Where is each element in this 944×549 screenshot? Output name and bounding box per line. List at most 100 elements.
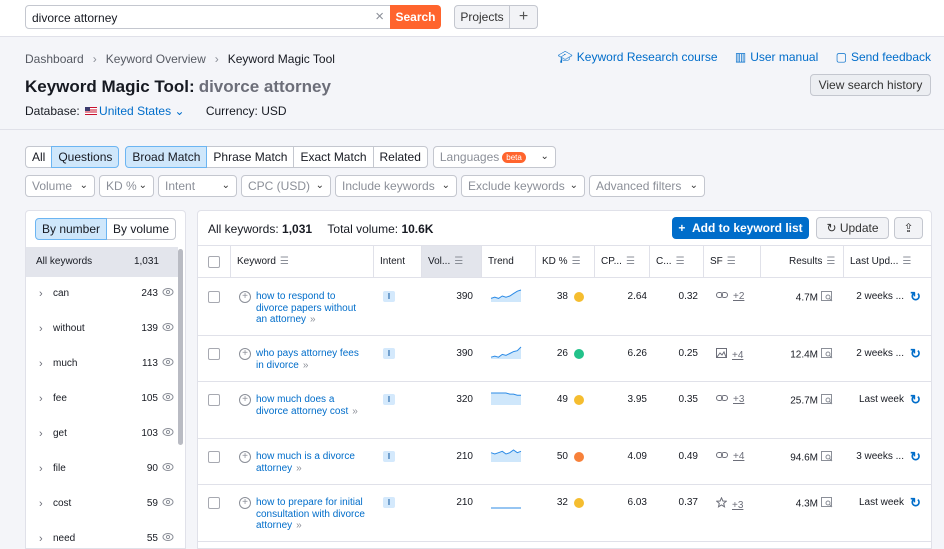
add-keyword-icon[interactable]: +: [239, 291, 251, 303]
column-last-updated[interactable]: Last Upd... ☰: [844, 246, 931, 277]
serp-search-icon[interactable]: [821, 394, 833, 408]
feedback-link[interactable]: ▢ Send feedback: [836, 50, 931, 64]
keyword-link[interactable]: how much is a divorce attorney»: [256, 451, 368, 474]
eye-icon[interactable]: [162, 531, 174, 546]
serp-features-count[interactable]: +4: [733, 451, 744, 462]
select-all-checkbox[interactable]: [208, 256, 220, 268]
double-chevron-icon[interactable]: »: [303, 360, 309, 371]
row-checkbox[interactable]: [208, 348, 220, 360]
exclude-keywords-filter[interactable]: Exclude keywords ⌄: [461, 175, 585, 197]
serp-features-count[interactable]: +4: [732, 350, 743, 361]
search-input[interactable]: [32, 11, 362, 25]
chevron-right-icon[interactable]: ›: [39, 288, 43, 300]
advanced-filters[interactable]: Advanced filters ⌄: [589, 175, 705, 197]
tab-all[interactable]: All: [25, 146, 53, 168]
sidebar-group-item[interactable]: › fee 105: [26, 393, 178, 428]
sidebar-group-item[interactable]: › cost 59: [26, 498, 178, 533]
kd-filter[interactable]: KD % ⌄: [99, 175, 154, 197]
add-keyword-icon[interactable]: +: [239, 497, 251, 509]
refresh-icon[interactable]: ↻: [910, 346, 921, 362]
intent-filter[interactable]: Intent ⌄: [158, 175, 237, 197]
export-button[interactable]: ⇪: [894, 217, 923, 239]
serp-search-icon[interactable]: [821, 348, 833, 362]
serp-features-count[interactable]: +3: [732, 500, 743, 511]
tab-questions[interactable]: Questions: [51, 146, 120, 168]
update-button[interactable]: ↻ Update: [816, 217, 889, 239]
eye-icon[interactable]: [162, 391, 174, 406]
add-keyword-icon[interactable]: +: [239, 451, 251, 463]
serp-search-icon[interactable]: [821, 497, 833, 511]
serp-search-icon[interactable]: [821, 291, 833, 305]
add-project-button[interactable]: +: [510, 5, 538, 29]
projects-button[interactable]: Projects: [454, 5, 510, 29]
include-keywords-filter[interactable]: Include keywords ⌄: [335, 175, 457, 197]
eye-icon[interactable]: [162, 286, 174, 301]
clear-icon[interactable]: ×: [375, 8, 384, 25]
add-keyword-icon[interactable]: +: [239, 394, 251, 406]
serp-features-count[interactable]: +2: [733, 291, 744, 302]
eye-icon[interactable]: [162, 426, 174, 441]
breadcrumb-keyword-overview[interactable]: Keyword Overview: [106, 52, 206, 66]
refresh-icon[interactable]: ↻: [910, 392, 921, 408]
tab-exact-match[interactable]: Exact Match: [293, 146, 374, 168]
chevron-right-icon[interactable]: ›: [39, 463, 43, 475]
sidebar-group-item[interactable]: › file 90: [26, 463, 178, 498]
sidebar-group-item[interactable]: › much 113: [26, 358, 178, 393]
serp-features-count[interactable]: +3: [733, 394, 744, 405]
keyword-link[interactable]: how to prepare for initial consultation …: [256, 497, 368, 532]
column-volume[interactable]: Vol... ☰: [422, 246, 482, 277]
serp-search-icon[interactable]: [821, 451, 833, 465]
chevron-right-icon[interactable]: ›: [39, 533, 43, 545]
cpc-filter[interactable]: CPC (USD) ⌄: [241, 175, 331, 197]
column-kd[interactable]: KD % ☰: [536, 246, 595, 277]
double-chevron-icon[interactable]: »: [310, 314, 316, 325]
sidebar-group-item[interactable]: › get 103: [26, 428, 178, 463]
sidebar-group-item[interactable]: › can 243: [26, 288, 178, 323]
keyword-link[interactable]: how to respond to divorce papers without…: [256, 291, 368, 326]
double-chevron-icon[interactable]: »: [352, 406, 358, 417]
column-trend[interactable]: Trend: [482, 246, 536, 277]
refresh-icon[interactable]: ↻: [910, 289, 921, 305]
row-checkbox[interactable]: [208, 291, 220, 303]
search-button[interactable]: Search: [390, 5, 441, 29]
eye-icon[interactable]: [162, 356, 174, 371]
keyword-link[interactable]: how much does a divorce attorney cost»: [256, 394, 368, 417]
sidebar-scrollbar[interactable]: [178, 249, 183, 445]
row-checkbox[interactable]: [208, 497, 220, 509]
database-selector[interactable]: United States ⌄: [83, 104, 185, 118]
column-keyword[interactable]: Keyword ☰: [231, 246, 374, 277]
all-keywords-group[interactable]: All keywords 1,031: [26, 247, 178, 277]
sidebar-group-item[interactable]: › need 55: [26, 531, 178, 548]
view-search-history-button[interactable]: View search history: [810, 74, 931, 96]
languages-dropdown[interactable]: Languages beta ⌄: [432, 146, 556, 168]
chevron-right-icon[interactable]: ›: [39, 393, 43, 405]
chevron-right-icon[interactable]: ›: [39, 358, 43, 370]
eye-icon[interactable]: [162, 496, 174, 511]
tab-related[interactable]: Related: [372, 146, 428, 168]
column-competition[interactable]: C... ☰: [650, 246, 704, 277]
refresh-icon[interactable]: ↻: [910, 495, 921, 511]
breadcrumb-dashboard[interactable]: Dashboard: [25, 52, 84, 66]
chevron-right-icon[interactable]: ›: [39, 498, 43, 510]
row-checkbox[interactable]: [208, 451, 220, 463]
column-intent[interactable]: Intent: [374, 246, 422, 277]
sidebar-group-item[interactable]: › without 139: [26, 323, 178, 358]
column-results[interactable]: Results ☰: [761, 246, 844, 277]
column-cpc[interactable]: CP... ☰: [595, 246, 650, 277]
refresh-icon[interactable]: ↻: [910, 449, 921, 465]
by-volume-toggle[interactable]: By volume: [106, 218, 177, 240]
course-link[interactable]: 🎓︎ Keyword Research course: [558, 50, 718, 64]
eye-icon[interactable]: [162, 321, 174, 336]
double-chevron-icon[interactable]: »: [296, 520, 302, 531]
by-number-toggle[interactable]: By number: [35, 218, 108, 240]
eye-icon[interactable]: [162, 461, 174, 476]
column-serp-features[interactable]: SF ☰: [704, 246, 761, 277]
volume-filter[interactable]: Volume ⌄: [25, 175, 95, 197]
double-chevron-icon[interactable]: »: [296, 463, 302, 474]
tab-phrase-match[interactable]: Phrase Match: [206, 146, 295, 168]
chevron-right-icon[interactable]: ›: [39, 428, 43, 440]
add-keyword-icon[interactable]: +: [239, 348, 251, 360]
tab-broad-match[interactable]: Broad Match: [125, 146, 208, 168]
keyword-link[interactable]: who pays attorney fees in divorce»: [256, 348, 368, 371]
row-checkbox[interactable]: [208, 394, 220, 406]
